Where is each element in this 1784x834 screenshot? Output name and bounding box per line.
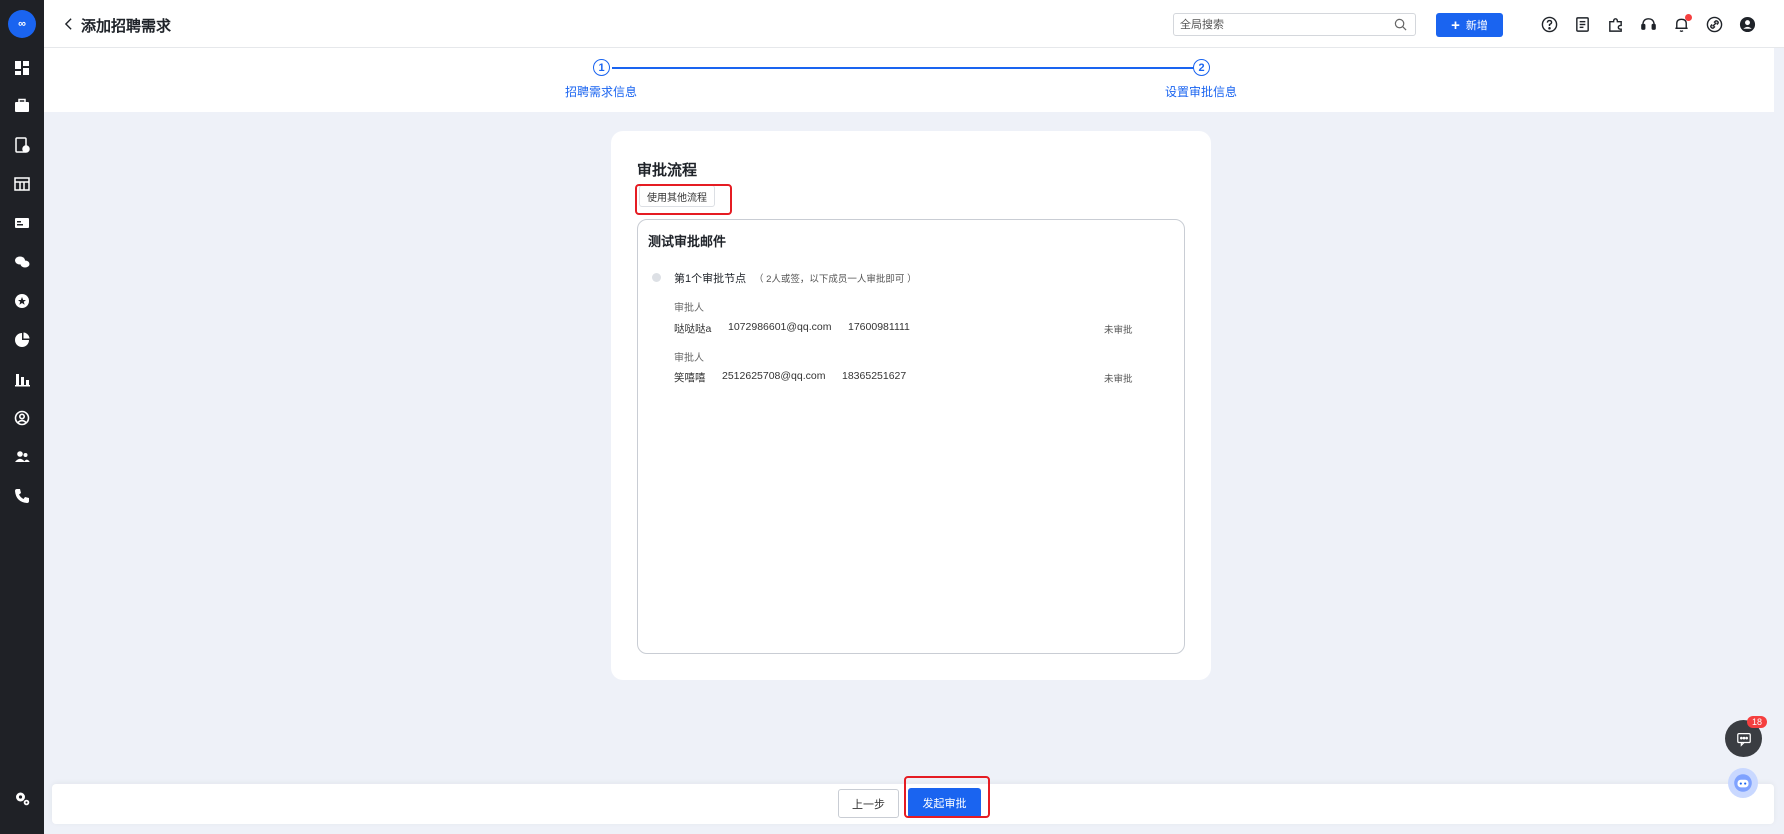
page-title: 添加招聘需求	[81, 18, 172, 35]
step-progress-line	[612, 67, 1201, 69]
approver-email: 1072986601@qq.com	[728, 321, 832, 333]
approval-flow-box: 测试审批邮件 第1个审批节点 （ 2人或签，以下成员一人审批即可 ） 审批人 哒…	[637, 219, 1185, 654]
step-1-circle[interactable]: 1	[593, 59, 610, 76]
id-card-icon[interactable]	[13, 214, 31, 232]
briefcase-icon[interactable]	[13, 97, 31, 115]
star-circle-icon[interactable]	[13, 292, 31, 310]
previous-step-button[interactable]: 上一步	[838, 789, 899, 818]
global-search[interactable]	[1173, 13, 1416, 36]
account-icon[interactable]	[1739, 16, 1757, 34]
notes-icon[interactable]	[1574, 16, 1592, 34]
approver-status: 未审批	[1104, 374, 1133, 385]
settings-icon[interactable]	[13, 789, 31, 807]
approver-name: 笑嘻嘻	[674, 372, 706, 384]
approver-role-label: 审批人	[674, 353, 704, 364]
wechat-icon[interactable]	[13, 253, 31, 271]
new-button-label: 新增	[1465, 20, 1488, 32]
bell-icon[interactable]	[1673, 14, 1692, 34]
approval-card: 审批流程 使用其他流程 测试审批邮件 第1个审批节点 （ 2人或签，以下成员一人…	[611, 131, 1211, 680]
approver-phone: 17600981111	[848, 321, 910, 333]
plus-icon: +	[1451, 16, 1460, 34]
step-indicator: 1 招聘需求信息 2 设置审批信息	[44, 48, 1774, 112]
approval-section-title: 审批流程	[637, 162, 698, 179]
new-button[interactable]: + 新增	[1436, 13, 1503, 37]
top-bar: 添加招聘需求 + 新增	[44, 0, 1784, 48]
pie-chart-icon[interactable]	[13, 331, 31, 349]
puzzle-icon[interactable]	[1607, 16, 1625, 34]
sidebar: ∞	[0, 0, 44, 834]
node-dot	[652, 273, 661, 282]
approver-role-label: 审批人	[674, 303, 704, 314]
user-circle-icon[interactable]	[13, 409, 31, 427]
highlight-box-submit	[904, 776, 990, 818]
approver-email: 2512625708@qq.com	[722, 370, 826, 382]
help-icon[interactable]	[1541, 16, 1559, 34]
users-icon[interactable]	[13, 448, 31, 466]
approver-name: 哒哒哒a	[674, 323, 712, 335]
app-logo[interactable]: ∞	[8, 10, 36, 38]
flow-name: 测试审批邮件	[648, 234, 727, 249]
dashboard-icon[interactable]	[13, 59, 31, 77]
approver-status: 未审批	[1104, 325, 1133, 336]
chat-badge: 18	[1747, 716, 1767, 728]
step-1-label[interactable]: 招聘需求信息	[565, 83, 637, 100]
approver-phone: 18365251627	[842, 370, 907, 382]
document-check-icon[interactable]	[13, 136, 31, 154]
step-2-circle[interactable]: 2	[1193, 59, 1210, 76]
link-icon[interactable]	[1706, 16, 1724, 34]
back-icon[interactable]	[64, 15, 80, 33]
robot-assistant-icon[interactable]	[1728, 768, 1758, 798]
search-input[interactable]	[1174, 14, 1379, 35]
bar-chart-icon[interactable]	[13, 370, 31, 388]
calendar-table-icon[interactable]	[13, 175, 31, 193]
node-title: 第1个审批节点	[674, 273, 747, 285]
headset-icon[interactable]	[1640, 16, 1658, 34]
notification-dot	[1685, 14, 1692, 21]
phone-icon[interactable]	[13, 487, 31, 505]
highlight-box-use-other	[635, 184, 732, 215]
node-note: （ 2人或签，以下成员一人审批即可 ）	[754, 274, 917, 285]
step-2-label[interactable]: 设置审批信息	[1165, 83, 1237, 100]
search-icon[interactable]	[1394, 18, 1407, 31]
